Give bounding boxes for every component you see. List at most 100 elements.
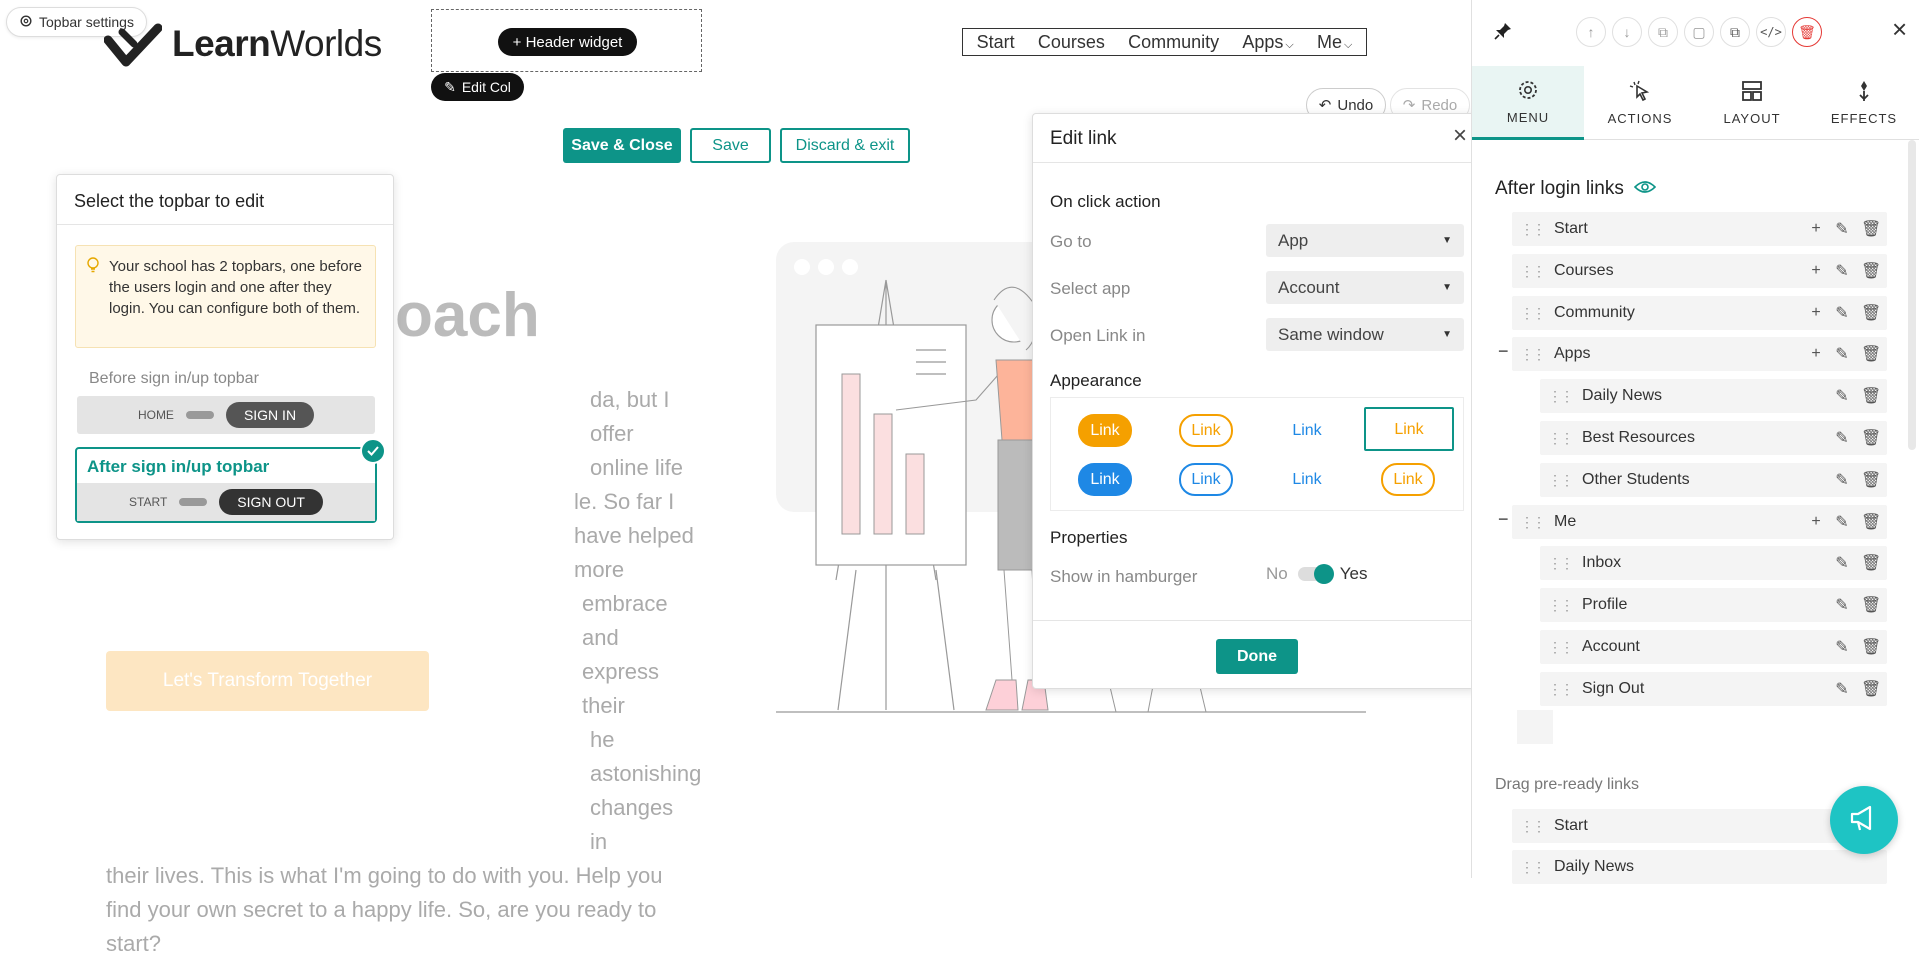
save-button[interactable]: Save <box>690 128 771 163</box>
pencil-icon[interactable]: ✎ <box>1835 595 1849 615</box>
drop-placeholder[interactable] <box>1517 710 1553 744</box>
pencil-icon[interactable]: ✎ <box>1835 261 1849 281</box>
drag-handle-icon[interactable]: ⋮⋮ <box>1520 859 1546 876</box>
select-app-select[interactable]: Account ▼ <box>1266 271 1464 304</box>
link-row[interactable]: ⋮⋮ Profile ✎ 🗑 <box>1540 588 1887 622</box>
trash-icon[interactable]: 🗑 <box>1861 344 1881 364</box>
drag-handle-icon[interactable]: ⋮⋮ <box>1520 221 1546 238</box>
done-button[interactable]: Done <box>1216 639 1298 674</box>
tab-effects[interactable]: EFFECTS <box>1808 66 1919 140</box>
panel-scrollbar[interactable] <box>1908 140 1916 450</box>
drag-handle-icon[interactable]: ⋮⋮ <box>1548 472 1574 489</box>
link-row[interactable]: ⋮⋮ Daily News ✎ 🗑 <box>1540 379 1887 413</box>
trash-icon[interactable]: 🗑 <box>1861 428 1881 448</box>
pin-icon[interactable] <box>1494 22 1512 45</box>
drag-handle-icon[interactable]: ⋮⋮ <box>1520 305 1546 322</box>
before-topbar-option[interactable]: HOME SIGN IN <box>77 396 375 434</box>
topbar-nav-menu[interactable]: Start Courses Community Apps ⌵ Me ⌵ <box>962 28 1367 56</box>
link-row[interactable]: ⋮⋮ Other Students ✎ 🗑 <box>1540 463 1887 497</box>
selected-link-style[interactable]: Link <box>1364 407 1454 451</box>
pencil-icon[interactable]: ✎ <box>1835 344 1849 364</box>
nav-item-apps[interactable]: Apps ⌵ <box>1242 32 1293 53</box>
move-down-icon[interactable]: ↓ <box>1612 17 1642 47</box>
add-icon[interactable]: + <box>1809 304 1823 322</box>
link-style-orange-filled[interactable]: Link <box>1078 414 1132 447</box>
trash-icon[interactable]: 🗑 <box>1861 512 1881 532</box>
tab-layout[interactable]: LAYOUT <box>1696 66 1808 140</box>
duplicate-icon[interactable]: ⧉ <box>1720 17 1750 47</box>
link-style-blue-outline[interactable]: Link <box>1179 463 1233 496</box>
collapse-icon[interactable]: − <box>1498 341 1509 362</box>
pencil-icon[interactable]: ✎ <box>1835 386 1849 406</box>
pencil-icon[interactable]: ✎ <box>1835 470 1849 490</box>
go-to-select[interactable]: App ▼ <box>1266 224 1464 257</box>
add-icon[interactable]: + <box>1809 345 1823 363</box>
pencil-icon[interactable]: ✎ <box>1835 428 1849 448</box>
close-icon[interactable]: × <box>1453 124 1467 148</box>
close-panel-icon[interactable]: × <box>1892 16 1907 42</box>
drag-handle-icon[interactable]: ⋮⋮ <box>1548 555 1574 572</box>
drag-handle-icon[interactable]: ⋮⋮ <box>1520 818 1546 835</box>
link-row[interactable]: ⋮⋮ Community + ✎ 🗑 <box>1512 296 1887 330</box>
link-row[interactable]: ⋮⋮ Start + ✎ 🗑 <box>1512 212 1887 246</box>
collapse-icon[interactable]: − <box>1498 509 1509 530</box>
open-link-select[interactable]: Same window ▼ <box>1266 318 1464 351</box>
nav-item-start[interactable]: Start <box>977 32 1015 53</box>
link-row[interactable]: ⋮⋮ Account ✎ 🗑 <box>1540 630 1887 664</box>
hamburger-toggle[interactable]: No Yes <box>1266 564 1367 584</box>
edit-col-button[interactable]: ✎ Edit Col <box>431 73 524 101</box>
pencil-icon[interactable]: ✎ <box>1835 512 1849 532</box>
drag-handle-icon[interactable]: ⋮⋮ <box>1548 597 1574 614</box>
trash-icon[interactable]: 🗑 <box>1861 386 1881 406</box>
link-row[interactable]: ⋮⋮ Apps + ✎ 🗑 <box>1512 337 1887 371</box>
drag-handle-icon[interactable]: ⋮⋮ <box>1548 388 1574 405</box>
add-icon[interactable]: + <box>1809 220 1823 238</box>
trash-icon[interactable]: 🗑 <box>1861 470 1881 490</box>
link-row[interactable]: ⋮⋮ Me + ✎ 🗑 <box>1512 505 1887 539</box>
link-style-blue-filled[interactable]: Link <box>1078 463 1132 496</box>
trash-icon[interactable]: 🗑 <box>1861 679 1881 699</box>
nav-item-me[interactable]: Me ⌵ <box>1317 32 1352 53</box>
link-style-blue-plain[interactable]: Link <box>1280 463 1334 496</box>
drag-handle-icon[interactable]: ⋮⋮ <box>1548 681 1574 698</box>
tab-menu[interactable]: MENU <box>1472 66 1584 140</box>
nav-item-courses[interactable]: Courses <box>1038 32 1105 53</box>
move-up-icon[interactable]: ↑ <box>1576 17 1606 47</box>
ready-link-row[interactable]: ⋮⋮ Daily News <box>1512 850 1887 884</box>
drag-handle-icon[interactable]: ⋮⋮ <box>1520 514 1546 531</box>
trash-icon[interactable]: 🗑 <box>1861 219 1881 239</box>
drag-handle-icon[interactable]: ⋮⋮ <box>1520 346 1546 363</box>
copy-icon[interactable]: ⧉ <box>1648 17 1678 47</box>
drag-handle-icon[interactable]: ⋮⋮ <box>1548 639 1574 656</box>
link-style-orange-outline-2[interactable]: Link <box>1381 463 1435 496</box>
save-close-button[interactable]: Save & Close <box>563 128 681 163</box>
pencil-icon[interactable]: ✎ <box>1835 303 1849 323</box>
tab-actions[interactable]: ACTIONS <box>1584 66 1696 140</box>
drag-handle-icon[interactable]: ⋮⋮ <box>1548 430 1574 447</box>
trash-icon[interactable]: 🗑 <box>1861 553 1881 573</box>
link-row[interactable]: ⋮⋮ Courses + ✎ 🗑 <box>1512 254 1887 288</box>
trash-icon[interactable]: 🗑 <box>1861 637 1881 657</box>
paste-icon[interactable]: ▢ <box>1684 17 1714 47</box>
hero-cta-button[interactable]: Let's Transform Together <box>106 651 429 711</box>
discard-exit-button[interactable]: Discard & exit <box>780 128 910 163</box>
add-header-widget-button[interactable]: + Header widget <box>498 28 637 56</box>
code-icon[interactable]: </> <box>1756 17 1786 47</box>
after-topbar-option[interactable]: After sign in/up topbar START SIGN OUT <box>75 438 386 523</box>
link-row[interactable]: ⋮⋮ Inbox ✎ 🗑 <box>1540 546 1887 580</box>
pencil-icon[interactable]: ✎ <box>1835 219 1849 239</box>
link-row[interactable]: ⋮⋮ Best Resources ✎ 🗑 <box>1540 421 1887 455</box>
trash-icon[interactable]: 🗑 <box>1861 261 1881 281</box>
drag-handle-icon[interactable]: ⋮⋮ <box>1520 263 1546 280</box>
delete-icon[interactable]: 🗑 <box>1792 17 1822 47</box>
link-style-blue-text[interactable]: Link <box>1280 414 1334 447</box>
trash-icon[interactable]: 🗑 <box>1861 595 1881 615</box>
toggle-switch[interactable] <box>1297 564 1334 584</box>
add-icon[interactable]: + <box>1809 262 1823 280</box>
link-row[interactable]: ⋮⋮ Sign Out ✎ 🗑 <box>1540 672 1887 706</box>
nav-item-community[interactable]: Community <box>1128 32 1219 53</box>
pencil-icon[interactable]: ✎ <box>1835 553 1849 573</box>
eye-icon[interactable] <box>1633 178 1656 200</box>
trash-icon[interactable]: 🗑 <box>1861 303 1881 323</box>
announcement-fab[interactable] <box>1830 786 1898 854</box>
